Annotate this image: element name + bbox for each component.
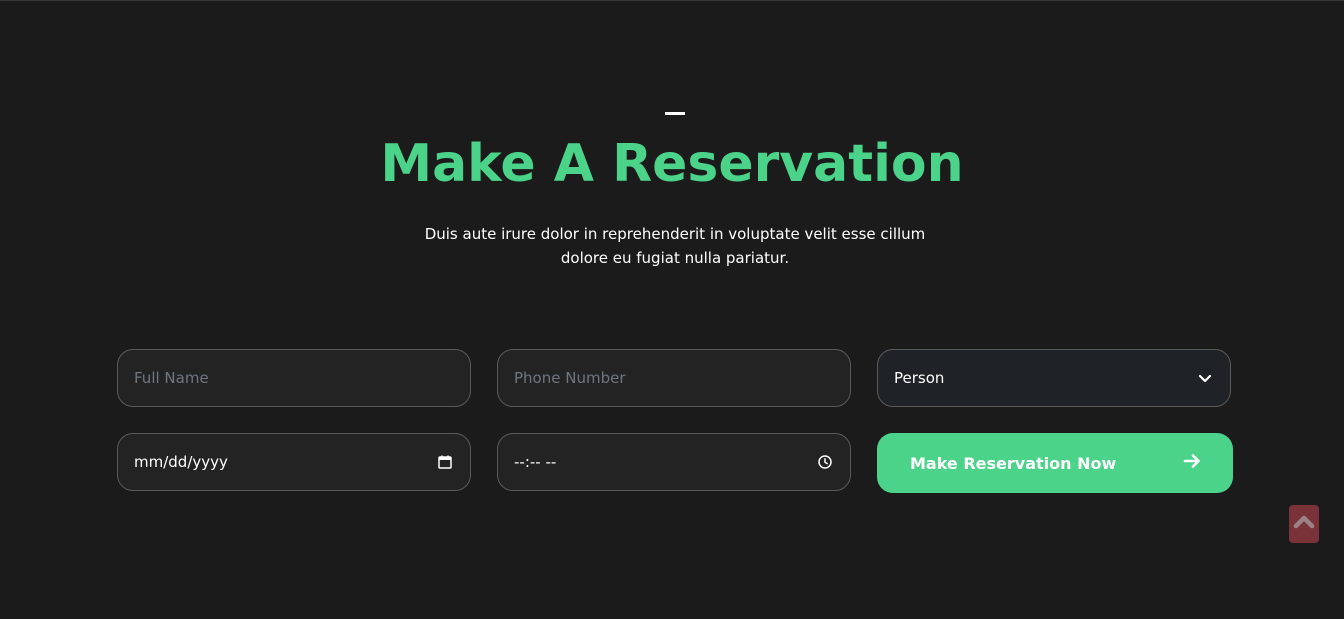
date-field[interactable]: mm/dd/yyyy xyxy=(117,433,471,491)
calendar-icon[interactable] xyxy=(436,453,454,471)
time-value: --:-- -- xyxy=(514,453,557,471)
make-reservation-label: Make Reservation Now xyxy=(910,453,1117,473)
arrow-right-icon xyxy=(1183,452,1201,474)
full-name-field[interactable] xyxy=(117,349,471,407)
clock-icon[interactable] xyxy=(816,453,834,471)
phone-number-field[interactable] xyxy=(497,349,851,407)
subtitle-line-2: dolore eu fugiat nulla pariatur. xyxy=(560,249,790,267)
phone-number-input[interactable] xyxy=(514,369,834,387)
chevron-down-icon xyxy=(1196,369,1214,387)
page-title: Make A Reservation xyxy=(380,134,964,194)
title-dash xyxy=(665,112,685,115)
reservation-section: Make A Reservation Duis aute irure dolor… xyxy=(0,0,1344,619)
person-select-value: Person xyxy=(894,369,945,387)
date-value: mm/dd/yyyy xyxy=(134,453,228,471)
subtitle-line-1: Duis aute irure dolor in reprehenderit i… xyxy=(424,225,926,243)
scroll-to-top-button[interactable] xyxy=(1289,505,1319,543)
time-field[interactable]: --:-- -- xyxy=(497,433,851,491)
chevron-up-icon xyxy=(1293,514,1315,534)
section-subtitle: Duis aute irure dolor in reprehenderit i… xyxy=(422,222,928,270)
full-name-input[interactable] xyxy=(134,369,454,387)
person-select[interactable]: Person xyxy=(877,349,1231,407)
make-reservation-button[interactable]: Make Reservation Now xyxy=(877,433,1233,493)
